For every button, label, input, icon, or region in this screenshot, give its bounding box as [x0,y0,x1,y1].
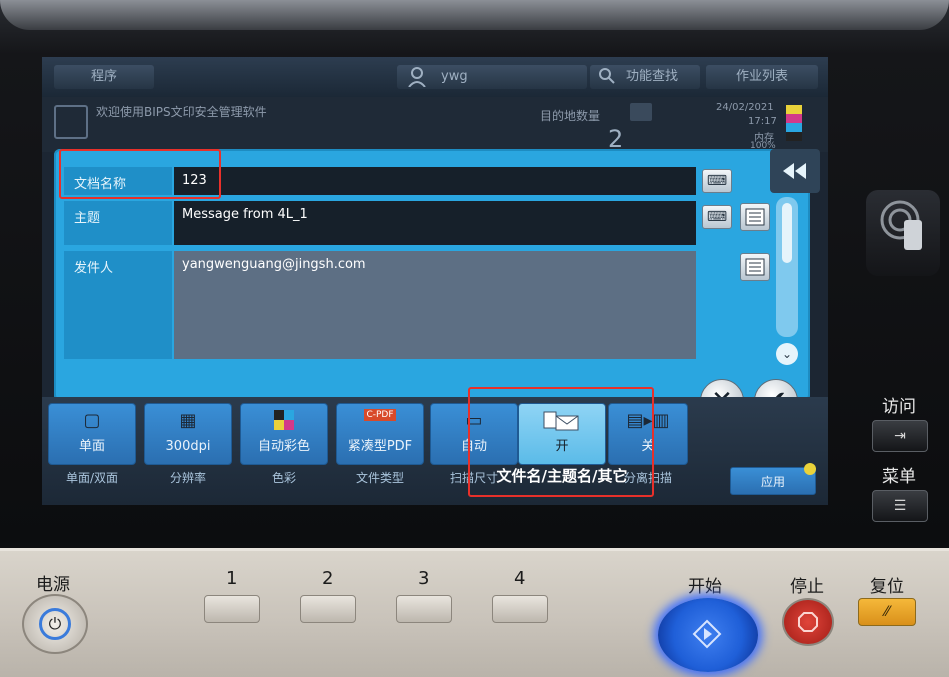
number-key-3[interactable] [396,595,452,623]
number-label-1: 1 [226,568,238,589]
doc-name-keyboard-button[interactable]: ⌨ [702,169,732,193]
user-icon [407,65,427,94]
number-key-1[interactable] [204,595,260,623]
time-text: 17:17 [748,116,777,127]
program-label: 程序 [90,69,117,84]
apply-button[interactable]: 应用 [730,467,816,495]
user-label: ywg [441,69,468,84]
number-label-2: 2 [322,568,334,589]
subject-label: 主题 [64,201,172,245]
highlight-file-name-tile [468,387,654,497]
toner-yellow [786,105,802,114]
tile-resolution[interactable]: ▦ 300dpi [144,403,232,465]
toner-black [786,132,802,141]
subject-field[interactable]: Message from 4L_1 [174,201,696,245]
search-icon [598,67,616,92]
double-arrow-left-icon [783,163,806,179]
pdf-icon: C-PDF [337,409,423,421]
keyboard-icon: ⌨ [706,209,728,225]
user-button[interactable]: ywg [397,65,587,89]
destination-icon [630,103,652,121]
number-key-4[interactable] [492,595,548,623]
list-icon [745,258,765,276]
number-label-3: 3 [418,568,430,589]
start-icon [692,619,722,649]
job-list-button[interactable]: 作业列表 [706,65,818,89]
subject-keyboard-button[interactable]: ⌨ [702,205,732,229]
tile-color-caption: 色彩 [271,471,296,485]
color-icon [241,410,327,435]
number-key-2[interactable] [300,595,356,623]
power-icon: ⏻ [39,608,71,640]
menu-icon: ☰ [893,498,907,514]
status-row: 欢迎使用BIPS文印安全管理软件 目的地数量 2 24/02/2021 17:1… [42,97,828,153]
access-label: 访问 [882,397,916,417]
scroll-thumb[interactable] [782,203,792,263]
settings-bar: ▢ 单面 单面/双面 ▦ 300dpi 分辨率 自动彩色 色彩 C-PDF 紧凑… [42,397,828,505]
pdf-icon-text: C-PDF [364,409,396,421]
access-button[interactable]: ⇥ [872,420,928,452]
power-label: 电源 [36,575,70,595]
job-list-label: 作业列表 [735,69,788,84]
tile-resolution-caption: 分辨率 [169,471,206,485]
toner-cyan [786,123,802,132]
document-icon [54,105,88,139]
tile-simplex-value: 单面 [78,439,105,454]
program-button[interactable]: 程序 [54,65,154,89]
toner-gauge [786,105,802,141]
chevron-down-icon: ⌄ [781,347,793,361]
tile-simplex-caption: 单面/双面 [65,471,119,485]
resolution-icon: ▦ [179,410,197,431]
tile-file-type[interactable]: C-PDF 紧凑型PDF [336,403,424,465]
tile-resolution-value: 300dpi [165,439,211,454]
back-button[interactable] [770,149,820,193]
menu-label: 菜单 [882,467,916,487]
device-rim [0,0,949,30]
sender-field[interactable]: yangwenguang@jingsh.com [174,251,696,359]
tile-simplex[interactable]: ▢ 单面 [48,403,136,465]
tile-file-type-value: 紧凑型PDF [347,439,413,454]
keyboard-icon: ⌨ [706,173,728,189]
reset-label: 复位 [870,577,904,597]
apply-label: 应用 [760,475,785,489]
number-label-4: 4 [514,568,526,589]
tile-color-value: 自动彩色 [257,439,310,454]
welcome-text: 欢迎使用BIPS文印安全管理软件 [96,105,267,119]
stop-icon [798,612,818,632]
menu-button[interactable]: ☰ [872,490,928,522]
function-search-button[interactable]: 功能查找 [590,65,700,89]
scroll-down-button[interactable]: ⌄ [776,343,798,365]
login-icon: ⇥ [894,428,906,444]
destination-count-label: 目的地数量 [540,109,601,123]
subject-list-button[interactable] [740,203,770,231]
stop-button[interactable] [782,598,834,646]
list-icon [745,208,765,226]
apply-indicator [804,463,816,475]
scroll-track[interactable] [776,197,798,337]
toner-magenta [786,114,802,123]
sender-list-button[interactable] [740,253,770,281]
nfc-reader [866,190,940,276]
power-button[interactable]: ⏻ [22,594,88,654]
reset-icon: ⁄⁄ [884,604,890,620]
function-search-label: 功能查找 [626,69,679,84]
simplex-icon: ▢ [83,410,101,431]
tile-file-type-caption: 文件类型 [355,471,404,485]
start-button[interactable] [658,598,758,672]
touch-screen: 程序 ywg 功能查找 作业列表 欢迎使用BIPS文印安全管理软件 目的地数量 … [42,57,828,505]
highlight-doc-name [59,149,221,199]
sender-label: 发件人 [64,251,172,359]
date-text: 24/02/2021 [716,102,774,113]
reset-button[interactable]: ⁄⁄ [858,598,916,626]
nfc-icon [880,200,922,250]
start-label: 开始 [688,577,722,597]
tile-color[interactable]: 自动彩色 [240,403,328,465]
top-bar: 程序 ywg 功能查找 作业列表 [42,57,828,97]
doc-name-field[interactable]: 123 [174,167,696,195]
stop-label: 停止 [790,577,824,597]
